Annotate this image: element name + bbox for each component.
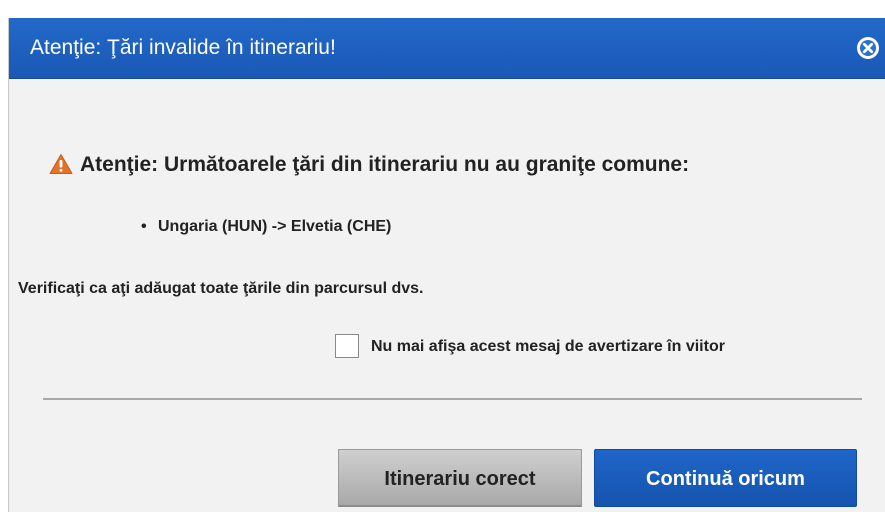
warning-heading: Atenţie: Următoarele ţări din itinerariu… (80, 153, 690, 176)
divider (43, 398, 862, 400)
dialog-title-bar: Atenţie: Ţări invalide în itinerariu! (9, 18, 885, 79)
bullet-icon: • (141, 218, 147, 235)
close-circle-icon (858, 38, 878, 58)
invalid-countries-dialog: Atenţie: Ţări invalide în itinerariu! At… (8, 18, 885, 512)
correct-itinerary-button[interactable]: Itinerariu corect (338, 449, 582, 507)
dont-show-again-checkbox[interactable] (335, 334, 359, 358)
close-button[interactable] (857, 37, 879, 59)
issue-text: Ungaria (HUN) -> Elvetia (CHE) (158, 218, 392, 235)
continue-anyway-button[interactable]: Continuă oricum (594, 449, 857, 507)
warning-triangle-icon (49, 154, 73, 174)
invalid-border-list: • Ungaria (HUN) -> Elvetia (CHE) (141, 216, 391, 238)
verify-message: Verificaţi ca aţi adăugat toate ţările d… (18, 280, 424, 297)
list-item: • Ungaria (HUN) -> Elvetia (CHE) (141, 216, 391, 238)
dont-show-again-label[interactable]: Nu mai afişa acest mesaj de avertizare î… (371, 336, 725, 358)
dialog-title: Atenţie: Ţări invalide în itinerariu! (30, 36, 336, 59)
